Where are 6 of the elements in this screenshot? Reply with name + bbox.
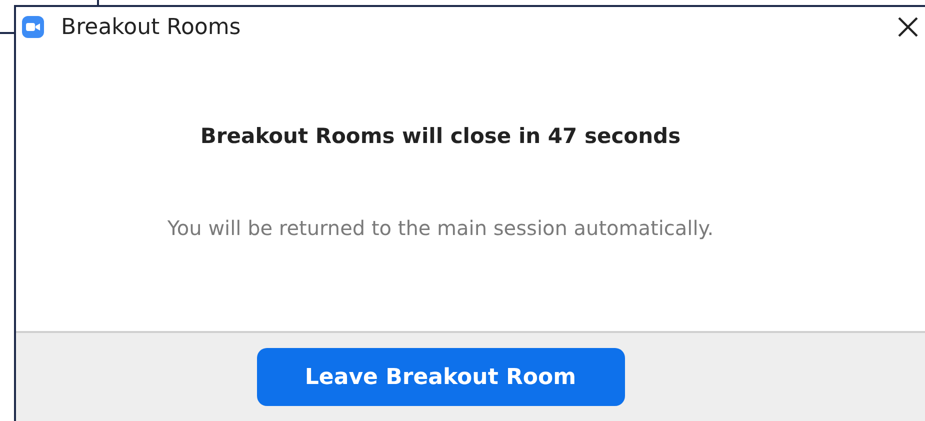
message-heading: Breakout Rooms will close in 47 seconds [200,124,681,148]
window-title: Breakout Rooms [61,14,242,40]
video-camera-icon [22,16,44,38]
message-text: You will be returned to the main session automatically. [167,216,714,240]
leave-room-button[interactable]: Leave Breakout Room [256,348,624,406]
close-icon[interactable] [897,16,919,38]
